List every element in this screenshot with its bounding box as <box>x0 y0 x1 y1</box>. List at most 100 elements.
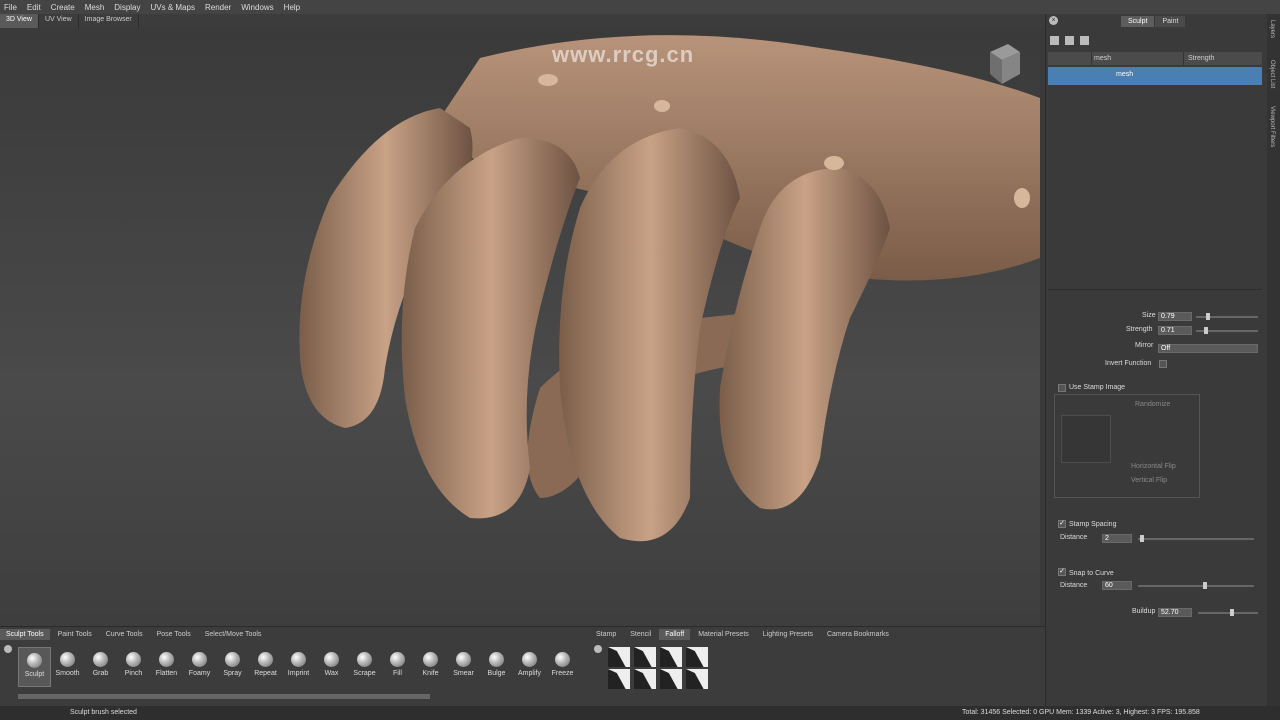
tool-sculpt[interactable]: Sculpt <box>18 647 51 687</box>
falloff-curve-icon[interactable] <box>686 669 708 689</box>
falloff-scroll-left-icon[interactable] <box>594 645 602 653</box>
stamp-image-preview[interactable] <box>1061 415 1111 463</box>
tab-stencil[interactable]: Stencil <box>624 629 657 640</box>
tool-smear[interactable]: Smear <box>447 647 480 687</box>
tab-curve-tools[interactable]: Curve Tools <box>100 629 149 640</box>
tray-scroll-left-icon[interactable] <box>4 645 12 653</box>
tool-wax[interactable]: Wax <box>315 647 348 687</box>
tab-lighting-presets[interactable]: Lighting Presets <box>757 629 819 640</box>
snap-distance-field[interactable]: 60 <box>1102 581 1132 590</box>
strength-slider-handle[interactable] <box>1204 327 1208 334</box>
tool-flatten[interactable]: Flatten <box>150 647 183 687</box>
tool-label: Imprint <box>287 670 310 677</box>
strength-field[interactable]: 0.71 <box>1158 326 1192 335</box>
tab-material-presets[interactable]: Material Presets <box>692 629 755 640</box>
falloff-curve-icon[interactable] <box>660 647 682 667</box>
layer-name-column: mesh <box>1092 52 1184 65</box>
tab-camera-bookmarks[interactable]: Camera Bookmarks <box>821 629 895 640</box>
layer-row-mesh[interactable]: mesh <box>1048 67 1262 85</box>
tab-sculpt-tools[interactable]: Sculpt Tools <box>0 629 50 640</box>
tab-uv-view[interactable]: UV View <box>39 14 79 28</box>
new-layer-icon[interactable] <box>1050 36 1059 45</box>
snap-distance-slider-handle[interactable] <box>1203 582 1207 589</box>
side-tab-layers[interactable]: Layers <box>1269 20 1275 38</box>
invert-function-checkbox[interactable] <box>1159 360 1167 368</box>
tool-label: Foamy <box>188 670 211 677</box>
tool-pinch[interactable]: Pinch <box>117 647 150 687</box>
falloff-curve-icon[interactable] <box>608 647 630 667</box>
tab-sculpt[interactable]: Sculpt <box>1121 16 1155 27</box>
tab-stamp[interactable]: Stamp <box>590 629 622 640</box>
tool-label: Spray <box>223 670 242 677</box>
use-stamp-image-checkbox[interactable] <box>1058 384 1066 392</box>
layer-options-icon[interactable] <box>1080 36 1089 45</box>
tool-scrape[interactable]: Scrape <box>348 647 381 687</box>
tool-label: Flatten <box>155 670 178 677</box>
menu-create[interactable]: Create <box>51 3 75 12</box>
buildup-slider[interactable] <box>1198 612 1258 614</box>
distance-slider[interactable] <box>1138 538 1254 540</box>
tool-imprint[interactable]: Imprint <box>282 647 315 687</box>
menu-mesh[interactable]: Mesh <box>85 3 105 12</box>
side-tab-object-list[interactable]: Object List <box>1269 60 1275 88</box>
knife-tool-icon <box>423 652 438 667</box>
size-slider-handle[interactable] <box>1206 313 1210 320</box>
tool-smooth[interactable]: Smooth <box>51 647 84 687</box>
pinch-tool-icon <box>126 652 141 667</box>
distance-label: Distance <box>1060 534 1088 541</box>
bulge-tool-icon <box>489 652 504 667</box>
tab-paint-tools[interactable]: Paint Tools <box>52 629 98 640</box>
tool-repeat[interactable]: Repeat <box>249 647 282 687</box>
menu-uvs-maps[interactable]: UVs & Maps <box>151 3 195 12</box>
tool-foamy[interactable]: Foamy <box>183 647 216 687</box>
menu-render[interactable]: Render <box>205 3 231 12</box>
tool-tray-scrollbar[interactable] <box>18 694 430 699</box>
view-tabs: 3D View UV View Image Browser <box>0 14 1045 28</box>
buildup-slider-handle[interactable] <box>1230 609 1234 616</box>
tool-grab[interactable]: Grab <box>84 647 117 687</box>
snap-distance-slider[interactable] <box>1138 585 1254 587</box>
viewport-3d[interactable]: www.rrcg.cn <box>0 28 1040 626</box>
imprint-tool-icon <box>291 652 306 667</box>
menu-windows[interactable]: Windows <box>241 3 273 12</box>
distance-field[interactable]: 2 <box>1102 534 1132 543</box>
menu-help[interactable]: Help <box>284 3 300 12</box>
tab-image-browser[interactable]: Image Browser <box>79 14 139 28</box>
tool-label: Sculpt <box>24 671 45 678</box>
falloff-curve-icon[interactable] <box>686 647 708 667</box>
tool-tray: Sculpt Tools Paint Tools Curve Tools Pos… <box>0 626 1045 706</box>
distance-slider-handle[interactable] <box>1140 535 1144 542</box>
mirror-select[interactable]: Off <box>1158 344 1258 353</box>
right-panel-tabs: Sculpt Paint <box>1121 16 1186 27</box>
strength-label: Strength <box>1126 326 1153 333</box>
side-tab-viewport-filters[interactable]: Viewport Filters <box>1269 106 1275 147</box>
falloff-curve-icon[interactable] <box>634 669 656 689</box>
tab-3d-view[interactable]: 3D View <box>0 14 39 28</box>
tool-knife[interactable]: Knife <box>414 647 447 687</box>
tool-spray[interactable]: Spray <box>216 647 249 687</box>
menu-file[interactable]: File <box>4 3 17 12</box>
tool-bulge[interactable]: Bulge <box>480 647 513 687</box>
tool-freeze[interactable]: Freeze <box>546 647 579 687</box>
buildup-field[interactable]: 52.70 <box>1158 608 1192 617</box>
close-icon[interactable]: × <box>1049 16 1058 25</box>
tab-select-move-tools[interactable]: Select/Move Tools <box>199 629 268 640</box>
size-field[interactable]: 0.79 <box>1158 312 1192 321</box>
tool-fill[interactable]: Fill <box>381 647 414 687</box>
tab-pose-tools[interactable]: Pose Tools <box>151 629 197 640</box>
stamp-spacing-checkbox[interactable]: ✓ <box>1058 520 1066 528</box>
tool-amplify[interactable]: Amplify <box>513 647 546 687</box>
tab-paint[interactable]: Paint <box>1155 16 1186 27</box>
falloff-curve-icon[interactable] <box>634 647 656 667</box>
tab-falloff[interactable]: Falloff <box>659 629 691 640</box>
delete-layer-icon[interactable] <box>1065 36 1074 45</box>
menu-edit[interactable]: Edit <box>27 3 41 12</box>
menu-display[interactable]: Display <box>114 3 140 12</box>
tool-label: Repeat <box>254 670 277 677</box>
tool-label: Fill <box>393 670 402 677</box>
falloff-curve-icon[interactable] <box>660 669 682 689</box>
snap-to-curve-checkbox[interactable]: ✓ <box>1058 568 1066 576</box>
falloff-curve-icon[interactable] <box>608 669 630 689</box>
snap-distance-label: Distance <box>1060 582 1088 589</box>
view-cube-icon[interactable] <box>986 42 1022 86</box>
